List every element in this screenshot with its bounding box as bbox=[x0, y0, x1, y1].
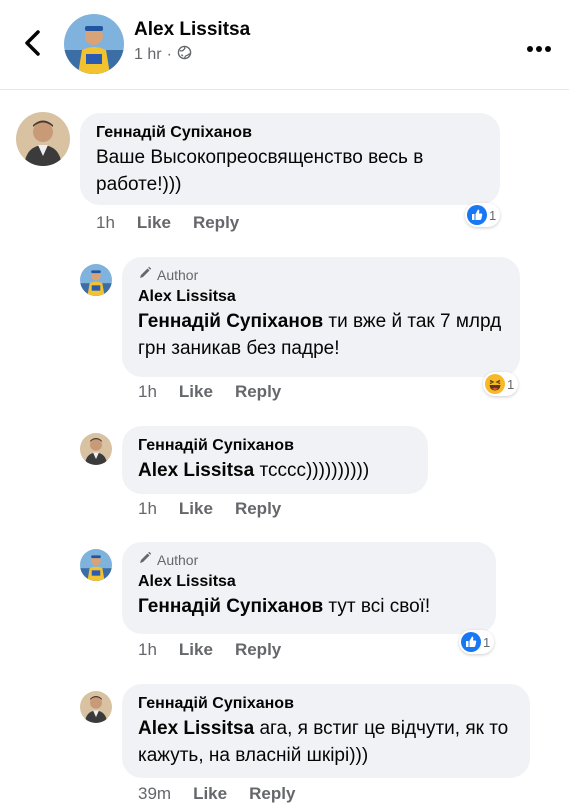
like-reaction-icon bbox=[467, 205, 487, 225]
comment-actions: 1h Like Reply bbox=[138, 382, 281, 402]
reply-button[interactable]: Reply bbox=[235, 499, 281, 519]
comment-time[interactable]: 1h bbox=[138, 382, 157, 402]
more-options-icon[interactable] bbox=[526, 40, 552, 52]
post-meta: 1 hr · bbox=[134, 45, 192, 65]
comment-actions: 39m Like Reply bbox=[138, 784, 295, 804]
post-author-name[interactable]: Alex Lissitsa bbox=[134, 19, 250, 41]
like-button[interactable]: Like bbox=[179, 382, 213, 402]
reply-button[interactable]: Reply bbox=[249, 784, 295, 804]
reply-bubble: Author Alex Lissitsa Геннадій Супіханов … bbox=[122, 542, 496, 634]
comment-text: Ваше Высокопреосвященство весь в работе!… bbox=[96, 147, 424, 195]
comment-author-name[interactable]: Геннадій Супіханов bbox=[138, 435, 412, 457]
post-time[interactable]: 1 hr bbox=[134, 46, 162, 64]
like-button[interactable]: Like bbox=[179, 640, 213, 660]
mention-link[interactable]: Alex Lissitsa bbox=[138, 460, 254, 481]
reaction-count: 1 bbox=[507, 376, 515, 392]
comment-time[interactable]: 1h bbox=[138, 640, 157, 660]
author-tag: Author bbox=[138, 551, 480, 568]
globe-icon bbox=[177, 45, 192, 65]
comment-author-name[interactable]: Alex Lissitsa bbox=[138, 286, 504, 308]
comment-actions: 1h Like Reply bbox=[138, 640, 281, 660]
reply-button[interactable]: Reply bbox=[235, 382, 281, 402]
reply-bubble: Геннадій Супіханов Alex Lissitsa тсссс))… bbox=[122, 426, 428, 494]
comment-author-name[interactable]: Геннадій Супіханов bbox=[138, 693, 514, 715]
post-header: Alex Lissitsa 1 hr · bbox=[0, 0, 569, 90]
pencil-icon bbox=[138, 266, 152, 283]
author-avatar[interactable] bbox=[64, 14, 124, 74]
reply-button[interactable]: Reply bbox=[193, 213, 239, 233]
author-tag: Author bbox=[138, 266, 504, 283]
reaction-badge[interactable]: 1 bbox=[459, 630, 495, 654]
like-button[interactable]: Like bbox=[179, 499, 213, 519]
comment-text: Alex Lissitsa тсссс)))))))))) bbox=[138, 460, 370, 481]
reaction-badge[interactable]: 1 bbox=[483, 372, 519, 396]
reply-bubble: Author Alex Lissitsa Геннадій Супіханов … bbox=[122, 257, 520, 377]
comment-time[interactable]: 1h bbox=[96, 213, 115, 233]
comment-text: Геннадій Супіханов ти вже й так 7 млрд г… bbox=[138, 311, 502, 359]
reply-bubble: Геннадій Супіханов Alex Lissitsa ага, я … bbox=[122, 684, 530, 778]
reaction-count: 1 bbox=[483, 634, 491, 650]
reply-avatar[interactable] bbox=[80, 549, 112, 581]
back-arrow-icon[interactable] bbox=[18, 26, 48, 60]
reply-avatar[interactable] bbox=[80, 264, 112, 296]
comment-time[interactable]: 1h bbox=[138, 499, 157, 519]
reply-avatar[interactable] bbox=[80, 691, 112, 723]
comment-text: Геннадій Супіханов тут всі свої! bbox=[138, 596, 431, 617]
reply-avatar[interactable] bbox=[80, 433, 112, 465]
mention-link[interactable]: Геннадій Супіханов bbox=[138, 596, 323, 617]
commenter-avatar[interactable] bbox=[16, 112, 70, 166]
reaction-count: 1 bbox=[489, 207, 497, 223]
comment-author-name[interactable]: Геннадій Супіханов bbox=[96, 122, 484, 144]
comment-text: Alex Lissitsa ага, я встиг це відчути, я… bbox=[138, 718, 509, 766]
like-button[interactable]: Like bbox=[193, 784, 227, 804]
mention-link[interactable]: Геннадій Супіханов bbox=[138, 311, 323, 332]
mention-link[interactable]: Alex Lissitsa bbox=[138, 718, 254, 739]
reply-button[interactable]: Reply bbox=[235, 640, 281, 660]
comment-actions: 1h Like Reply bbox=[96, 213, 239, 233]
comment-bubble: Геннадій Супіханов Ваше Высокопреосвящен… bbox=[80, 113, 500, 205]
pencil-icon bbox=[138, 551, 152, 568]
reaction-badge[interactable]: 1 bbox=[465, 203, 501, 227]
like-button[interactable]: Like bbox=[137, 213, 171, 233]
haha-reaction-icon bbox=[485, 374, 505, 394]
like-reaction-icon bbox=[461, 632, 481, 652]
comment-time[interactable]: 39m bbox=[138, 784, 171, 804]
comment-author-name[interactable]: Alex Lissitsa bbox=[138, 571, 480, 593]
comment-actions: 1h Like Reply bbox=[138, 499, 281, 519]
meta-separator: · bbox=[166, 46, 172, 63]
